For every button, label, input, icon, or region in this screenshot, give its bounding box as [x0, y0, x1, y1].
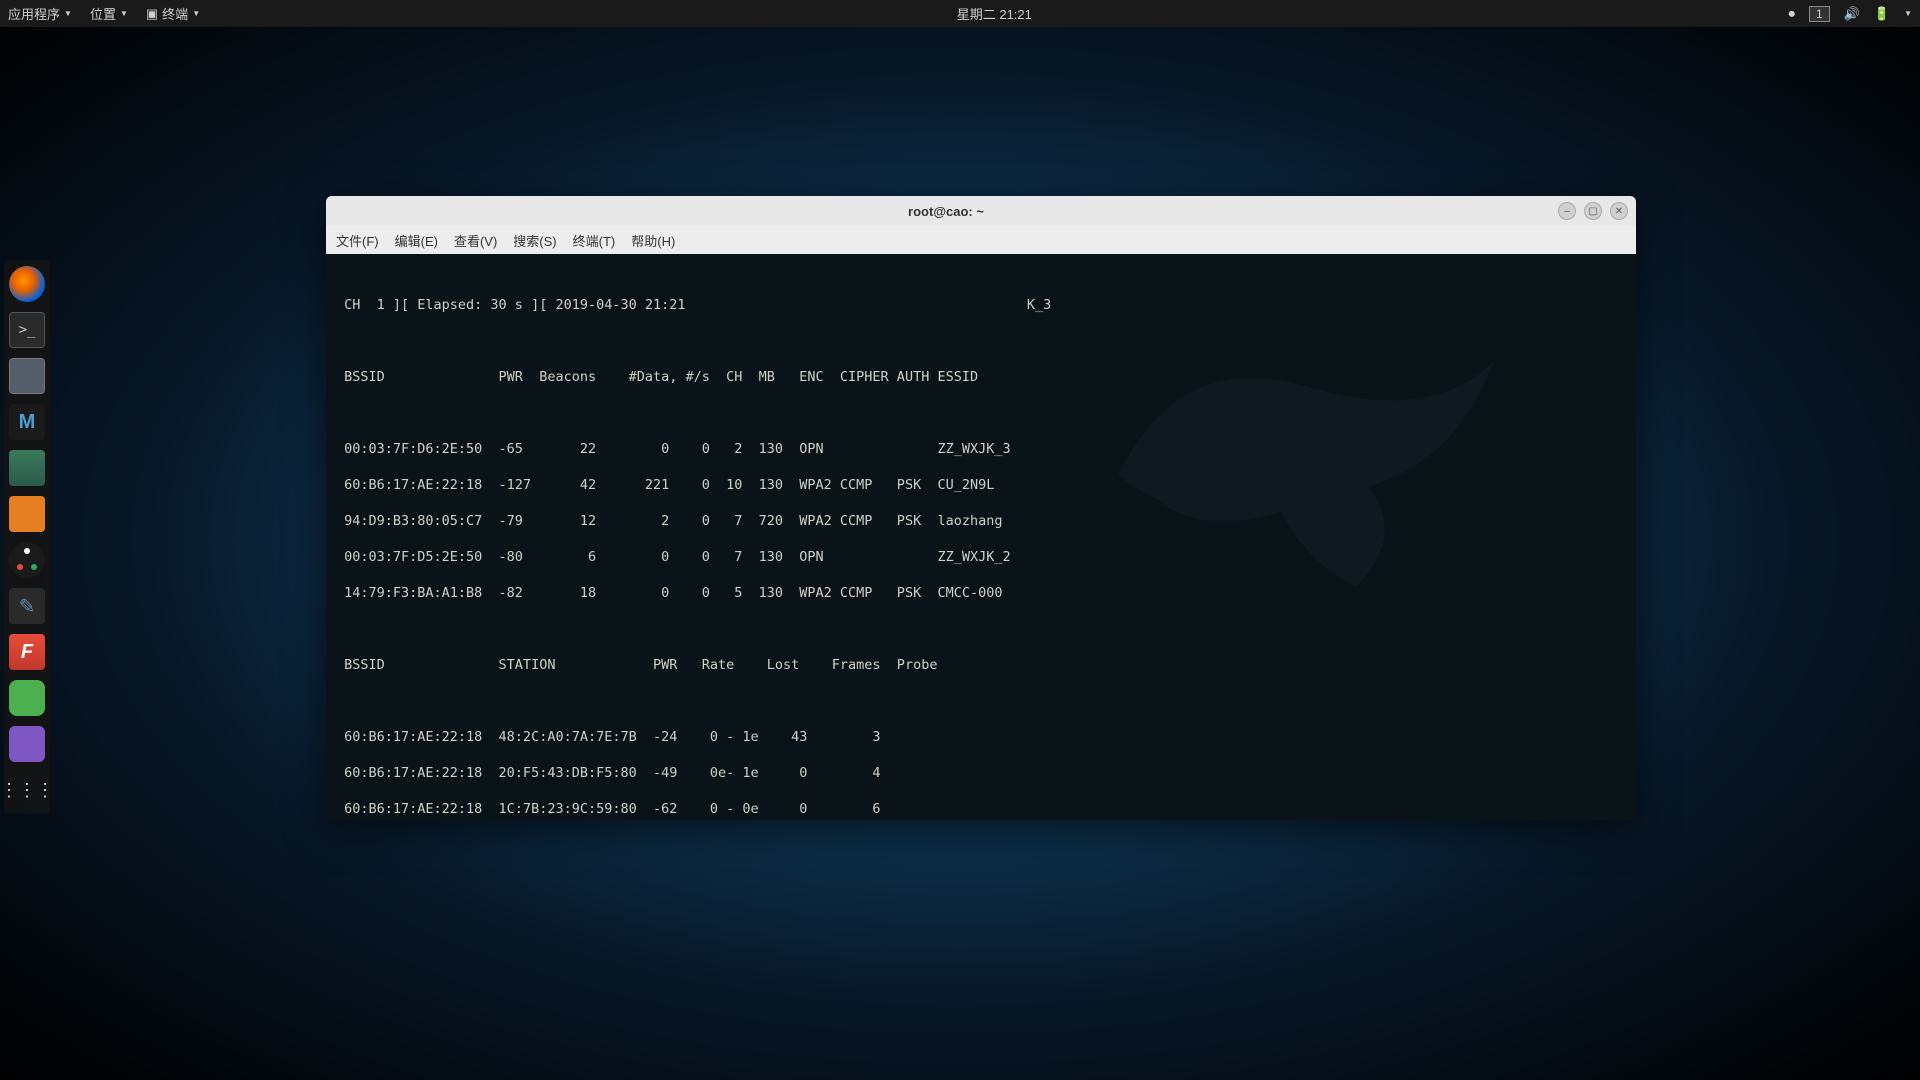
- dock-orange-tool[interactable]: [9, 496, 45, 532]
- airodump-status: CH 1 ][ Elapsed: 30 s ][ 2019-04-30 21:2…: [336, 296, 1626, 314]
- recorder-indicator-icon[interactable]: ⏺: [1789, 6, 1796, 22]
- blank-line: [336, 332, 1626, 350]
- dock-faraday[interactable]: F: [9, 634, 45, 670]
- terminal-body[interactable]: CH 1 ][ Elapsed: 30 s ][ 2019-04-30 21:2…: [326, 254, 1636, 820]
- blank-line: [336, 404, 1626, 422]
- blank-line: [336, 692, 1626, 710]
- ap-table-header: BSSID PWR Beacons #Data, #/s CH MB ENC C…: [336, 368, 1626, 386]
- system-menu-chevron-icon[interactable]: ▼: [1904, 9, 1912, 18]
- volume-icon[interactable]: 🔊: [1844, 6, 1860, 22]
- dock-files[interactable]: [9, 358, 45, 394]
- ap-row: 00:03:7F:D5:2E:50 -80 6 0 0 7 130 OPN ZZ…: [336, 548, 1626, 566]
- station-row: 60:B6:17:AE:22:18 1C:7B:23:9C:59:80 -62 …: [336, 800, 1626, 818]
- dock-show-apps[interactable]: ⋮⋮⋮: [9, 772, 45, 808]
- dock-chat[interactable]: [9, 680, 45, 716]
- chevron-down-icon: ▼: [192, 9, 200, 18]
- station-row: 60:B6:17:AE:22:18 20:F5:43:DB:F5:80 -49 …: [336, 764, 1626, 782]
- dock-metasploit[interactable]: M: [9, 404, 45, 440]
- terminal-window: root@cao: ~ – ▢ ✕ 文件(F) 编辑(E) 查看(V) 搜索(S…: [326, 196, 1636, 820]
- dock-firefox[interactable]: [9, 266, 45, 302]
- maximize-button[interactable]: ▢: [1584, 202, 1602, 220]
- menubar: 文件(F) 编辑(E) 查看(V) 搜索(S) 终端(T) 帮助(H): [326, 226, 1636, 254]
- dock-notes[interactable]: [9, 726, 45, 762]
- applications-menu[interactable]: 应用程序▼: [8, 4, 72, 23]
- ap-row: 60:B6:17:AE:22:18 -127 42 221 0 10 130 W…: [336, 476, 1626, 494]
- menu-search[interactable]: 搜索(S): [513, 231, 556, 250]
- menu-view[interactable]: 查看(V): [454, 231, 497, 250]
- dock-user-tool[interactable]: [9, 450, 45, 486]
- ap-row: 00:03:7F:D6:2E:50 -65 22 0 0 2 130 OPN Z…: [336, 440, 1626, 458]
- dock-terminal[interactable]: >_: [9, 312, 45, 348]
- menu-file[interactable]: 文件(F): [336, 231, 379, 250]
- terminal-small-icon: ▣: [146, 6, 158, 22]
- chevron-down-icon: ▼: [120, 9, 128, 18]
- dock: >_ M ✎ F ⋮⋮⋮: [4, 260, 50, 814]
- menu-terminal[interactable]: 终端(T): [573, 231, 616, 250]
- dock-recorder[interactable]: [9, 542, 45, 578]
- blank-line: [336, 620, 1626, 638]
- chevron-down-icon: ▼: [64, 9, 72, 18]
- station-table-header: BSSID STATION PWR Rate Lost Frames Probe: [336, 656, 1626, 674]
- battery-icon[interactable]: 🔋: [1874, 6, 1890, 22]
- top-panel: 应用程序▼ 位置▼ ▣ 终端▼ 星期二 21:21 ⏺ 1 🔊 🔋 ▼: [0, 0, 1920, 27]
- ap-row: 14:79:F3:BA:A1:B8 -82 18 0 0 5 130 WPA2 …: [336, 584, 1626, 602]
- minimize-button[interactable]: –: [1558, 202, 1576, 220]
- close-button[interactable]: ✕: [1610, 202, 1628, 220]
- workspace-indicator[interactable]: 1: [1809, 6, 1830, 22]
- menu-edit[interactable]: 编辑(E): [395, 231, 438, 250]
- dock-brush[interactable]: ✎: [9, 588, 45, 624]
- menu-help[interactable]: 帮助(H): [631, 231, 675, 250]
- window-title: root@cao: ~: [334, 204, 1558, 219]
- places-menu[interactable]: 位置▼: [90, 4, 128, 23]
- terminal-launcher[interactable]: ▣ 终端▼: [146, 4, 200, 23]
- station-row: 60:B6:17:AE:22:18 48:2C:A0:7A:7E:7B -24 …: [336, 728, 1626, 746]
- ap-row: 94:D9:B3:80:05:C7 -79 12 2 0 7 720 WPA2 …: [336, 512, 1626, 530]
- window-titlebar[interactable]: root@cao: ~ – ▢ ✕: [326, 196, 1636, 226]
- clock[interactable]: 星期二 21:21: [200, 4, 1788, 23]
